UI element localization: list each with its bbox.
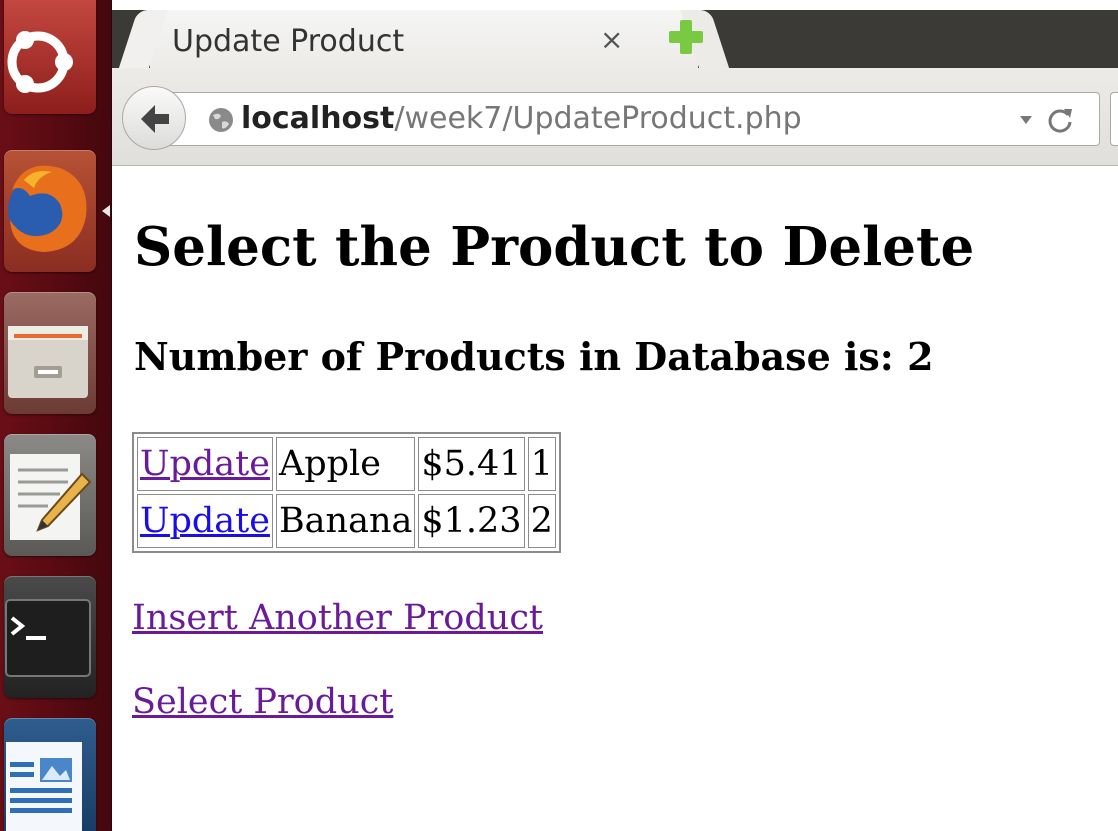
- ubuntu-dash-icon[interactable]: [4, 0, 96, 114]
- firefox-icon[interactable]: [4, 150, 96, 272]
- terminal-icon[interactable]: [4, 576, 96, 698]
- reload-icon[interactable]: [1045, 105, 1075, 135]
- action-cell: Update: [137, 494, 273, 548]
- table-row: Update Banana $1.23 2: [137, 494, 556, 548]
- url-path: /week7/UpdateProduct.php: [394, 101, 802, 136]
- page-title: Select the Product to Delete: [134, 216, 975, 278]
- navigation-toolbar: localhost/week7/UpdateProduct.php: [112, 68, 1118, 166]
- product-price-cell: $1.23: [418, 494, 525, 548]
- update-link-banana[interactable]: Update: [140, 501, 270, 541]
- tab-title: Update Product: [172, 24, 405, 59]
- search-bar-edge[interactable]: [1110, 92, 1118, 146]
- product-price-cell: $5.41: [418, 437, 525, 491]
- history-dropdown-icon[interactable]: [1019, 115, 1033, 125]
- insert-product-link[interactable]: Insert Another Product: [132, 598, 543, 638]
- product-name-cell: Apple: [275, 437, 416, 491]
- products-table: Update Apple $5.41 1 Update Banana $1.23…: [132, 432, 561, 553]
- tab-bar: Update Product ×: [112, 0, 1118, 70]
- table-row: Update Apple $5.41 1: [137, 437, 556, 491]
- files-icon[interactable]: [4, 292, 96, 414]
- url-bar[interactable]: localhost/week7/UpdateProduct.php: [160, 92, 1100, 146]
- product-id-cell: 2: [527, 494, 556, 548]
- back-arrow-icon: [141, 105, 169, 133]
- url-text: localhost/week7/UpdateProduct.php: [241, 101, 802, 136]
- writer-icon[interactable]: [4, 718, 96, 831]
- url-host: localhost: [241, 101, 395, 136]
- close-tab-icon[interactable]: ×: [600, 26, 623, 54]
- product-name-cell: Banana: [275, 494, 416, 548]
- globe-icon: [209, 108, 233, 132]
- select-product-link[interactable]: Select Product: [132, 682, 393, 722]
- page-content: Select the Product to Delete Number of P…: [132, 166, 1112, 831]
- new-tab-plus-icon[interactable]: [667, 18, 705, 56]
- update-link-apple[interactable]: Update: [140, 444, 270, 484]
- product-count-heading: Number of Products in Database is: 2: [134, 334, 934, 379]
- back-button[interactable]: [122, 86, 186, 150]
- product-id-cell: 1: [527, 437, 556, 491]
- active-app-indicator-icon: [102, 205, 110, 217]
- text-editor-icon[interactable]: [4, 434, 96, 556]
- action-cell: Update: [137, 437, 273, 491]
- unity-launcher: [0, 0, 112, 831]
- tab-update-product[interactable]: Update Product ×: [150, 10, 698, 70]
